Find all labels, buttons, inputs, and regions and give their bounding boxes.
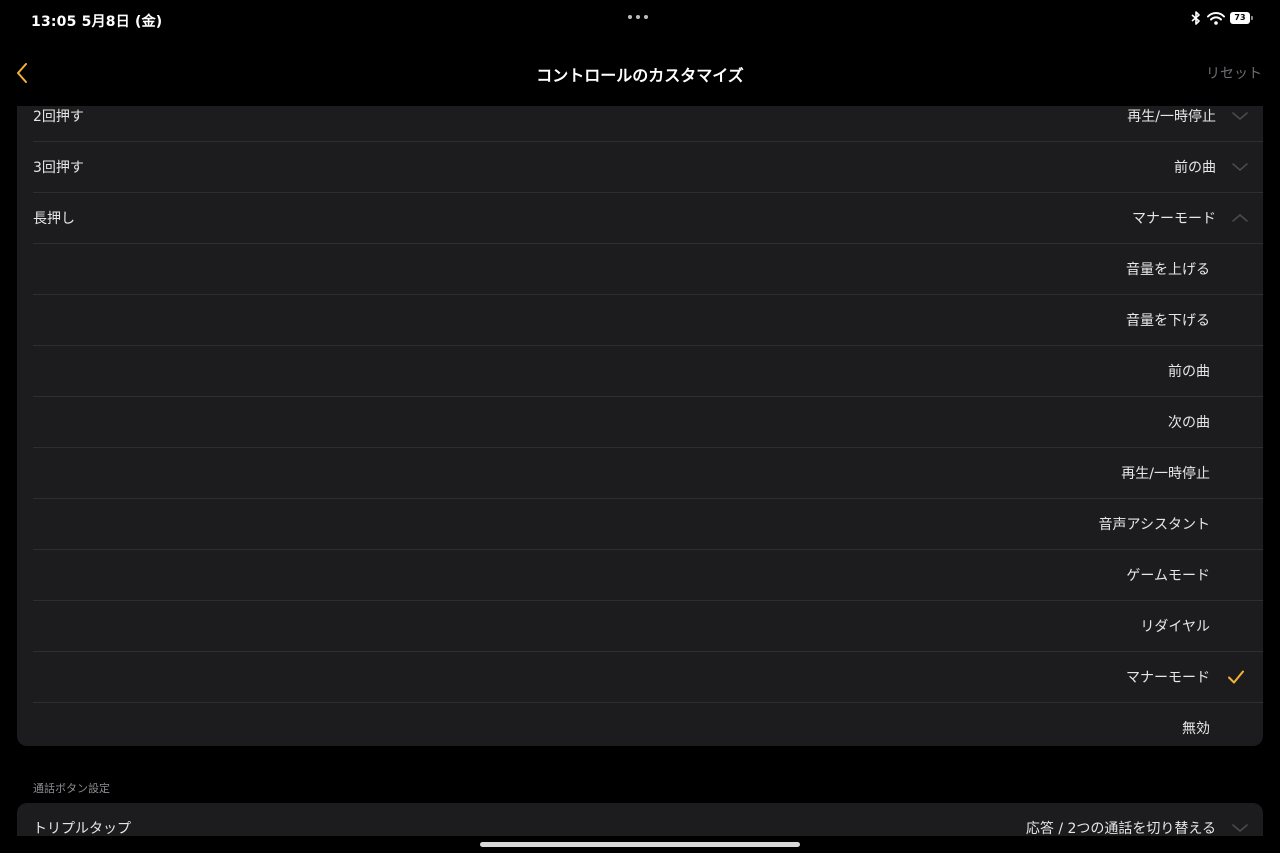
setting-row-triple-tap[interactable]: トリプルタップ 応答 / 2つの通話を切り替える [33,803,1263,836]
battery-icon: 73 [1230,12,1253,24]
option-label: ゲームモード [1126,568,1210,584]
option-label: 前の曲 [1168,364,1210,380]
setting-row-label: 2回押す [33,109,84,125]
setting-row-value: 応答 / 2つの通話を切り替える [1025,821,1216,836]
chevron-down-icon [1232,824,1248,832]
option-volume-up[interactable]: 音量を上げる [33,244,1263,295]
option-label: 音量を下げる [1126,313,1210,329]
setting-row-triple-press[interactable]: 3回押す 前の曲 [33,142,1263,193]
setting-row-label: 3回押す [33,160,84,176]
option-volume-down[interactable]: 音量を下げる [33,295,1263,346]
bluetooth-icon [1191,11,1200,25]
setting-row-long-press[interactable]: 長押し マナーモード [33,193,1263,244]
settings-content[interactable]: 2回押す 再生/一時停止 3回押す 前の曲 長押し マナーモード 音量を上げる … [0,91,1280,836]
option-label: マナーモード [1126,670,1210,686]
setting-row-value: マナーモード [1132,211,1216,227]
chevron-down-icon [1232,112,1248,120]
call-settings-card: トリプルタップ 応答 / 2つの通話を切り替える [17,803,1263,836]
status-time: 13:05 5月8日 (金) [31,14,163,30]
option-label: 無効 [1182,721,1210,737]
chevron-up-icon [1232,214,1248,222]
option-redial[interactable]: リダイヤル [33,601,1263,652]
home-indicator[interactable] [480,842,800,847]
chevron-down-icon [1232,163,1248,171]
option-label: 音量を上げる [1126,262,1210,278]
status-bar: 13:05 5月8日 (金) 73 [0,0,1280,40]
setting-row-value: 前の曲 [1174,160,1216,176]
setting-row-label: トリプルタップ [33,821,131,836]
wifi-icon [1207,11,1225,25]
section-header-call-button: 通話ボタン設定 [33,782,110,795]
setting-row-label: 長押し [33,211,75,227]
checkmark-icon [1228,670,1244,684]
option-label: リダイヤル [1140,619,1210,635]
option-label: 次の曲 [1168,415,1210,431]
option-game-mode[interactable]: ゲームモード [33,550,1263,601]
option-label: 再生/一時停止 [1121,466,1210,482]
reset-button[interactable]: リセット [1206,63,1262,83]
option-next-track[interactable]: 次の曲 [33,397,1263,448]
navigation-bar: コントロールのカスタマイズ リセット [0,40,1280,106]
option-play-pause[interactable]: 再生/一時停止 [33,448,1263,499]
page-title: コントロールのカスタマイズ [536,66,744,85]
option-voice-assistant[interactable]: 音声アシスタント [33,499,1263,550]
setting-row-value: 再生/一時停止 [1127,109,1216,125]
multitasking-dots-icon[interactable] [628,15,648,19]
option-silent-mode[interactable]: マナーモード [33,652,1263,703]
option-disabled[interactable]: 無効 [33,703,1263,746]
option-previous-track[interactable]: 前の曲 [33,346,1263,397]
control-settings-card: 2回押す 再生/一時停止 3回押す 前の曲 長押し マナーモード 音量を上げる … [17,91,1263,746]
status-icons: 73 [1190,11,1253,25]
option-label: 音声アシスタント [1098,517,1210,533]
